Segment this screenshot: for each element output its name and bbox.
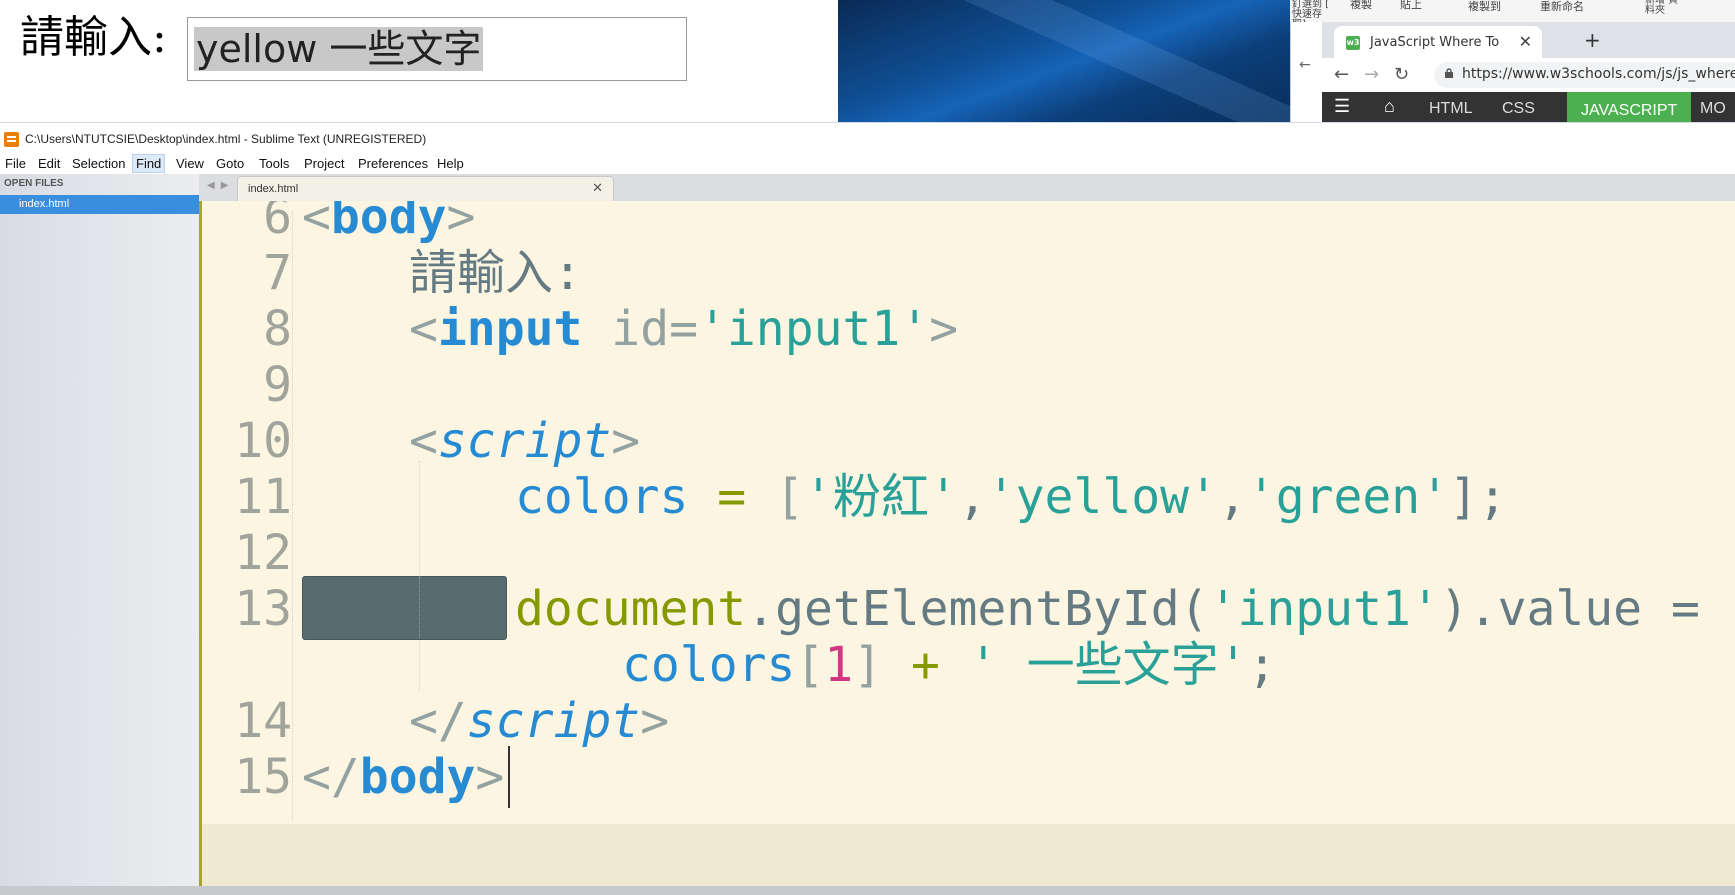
code-line: 請輸入: (409, 245, 582, 301)
menu-file[interactable]: File (3, 156, 28, 171)
editor-title-bar: C:\Users\NTUTCSIE\Desktop\index.html - S… (0, 122, 1735, 155)
code-line: <body> (302, 201, 476, 245)
ribbon-paste[interactable]: 貼上 (1400, 0, 1422, 12)
line-number: 11 (234, 469, 292, 525)
editor-status-bar (0, 886, 1735, 895)
ribbon-copy[interactable]: 複製 (1350, 0, 1372, 12)
sidebar-open-files-header: OPEN FILES (4, 178, 64, 189)
menu-view[interactable]: View (174, 156, 206, 171)
code-line: </script> (409, 693, 670, 749)
tab-label: index.html (248, 183, 299, 195)
code-line: <script> (409, 413, 641, 469)
line-number: 9 (263, 357, 292, 413)
tab-index-html[interactable]: index.html ✕ (237, 176, 614, 202)
editor-sidebar: OPEN FILES index.html (0, 174, 199, 886)
sidebar-item-label: index.html (19, 198, 70, 210)
ribbon-new-folder[interactable]: 新增 資料夾 (1645, 0, 1685, 16)
preview-input-field[interactable]: yellow 一些文字 (187, 17, 687, 81)
sublime-text-icon (4, 132, 19, 147)
forward-arrow-icon[interactable]: → (1364, 64, 1379, 85)
code-line: document.getElementById('input1').value … (515, 581, 1700, 637)
code-line: </body> (302, 749, 505, 805)
code-editor[interactable]: 6 7 8 9 10 11 12 13 14 15 <body> 請輸入: <i… (199, 201, 1735, 886)
text-cursor (508, 746, 510, 808)
menu-goto[interactable]: Goto (214, 156, 246, 171)
home-icon[interactable]: ⌂ (1384, 96, 1395, 117)
nav-item-more[interactable]: MO (1700, 100, 1726, 118)
sidebar-item-index-html[interactable]: index.html (0, 195, 199, 214)
line-number: 13 (234, 581, 292, 637)
menu-selection[interactable]: Selection (70, 156, 127, 171)
w3schools-topnav: ☰ ⌂ HTML CSS JAVASCRIPT MO (1322, 92, 1735, 122)
back-arrow-icon[interactable]: ← (1334, 64, 1349, 85)
file-explorer-ribbon: 釘選到 [ 快速存取] 複製 貼上 複製到 重新命名 新增 資料夾 (1290, 0, 1735, 23)
nav-item-html[interactable]: HTML (1429, 100, 1473, 118)
indent-guide (292, 211, 293, 821)
reload-icon[interactable]: ↻ (1394, 64, 1409, 85)
file-explorer-nav: ← (1290, 22, 1323, 122)
menu-project[interactable]: Project (302, 156, 346, 171)
line-number: 12 (234, 525, 292, 581)
menu-hamburger-icon[interactable]: ☰ (1334, 96, 1350, 117)
page-preview: 請輸入: yellow 一些文字 (0, 0, 838, 122)
address-bar[interactable]: https://www.w3schools.com/js/js_wheret (1434, 62, 1735, 88)
ribbon-rename[interactable]: 重新命名 (1540, 0, 1584, 14)
line-number: 15 (234, 749, 292, 805)
ribbon-copy-to[interactable]: 複製到 (1468, 0, 1501, 14)
nav-item-css[interactable]: CSS (1502, 100, 1535, 118)
nav-item-javascript[interactable]: JAVASCRIPT (1567, 92, 1692, 122)
browser-tab[interactable]: w3 JavaScript Where To ✕ (1334, 26, 1542, 58)
editor-menu-bar: File Edit Selection Find View Goto Tools… (0, 154, 1735, 174)
close-icon[interactable]: ✕ (1519, 32, 1532, 51)
editor-window-title: C:\Users\NTUTCSIE\Desktop\index.html - S… (25, 132, 427, 146)
w3schools-favicon-icon: w3 (1346, 36, 1360, 50)
line-number: 10 (234, 413, 292, 469)
preview-input-value[interactable]: yellow 一些文字 (194, 27, 484, 71)
back-arrow-icon[interactable]: ← (1299, 57, 1311, 73)
browser-tab-title: JavaScript Where To (1370, 35, 1500, 50)
preview-label: 請輸入: (20, 12, 167, 63)
menu-help[interactable]: Help (435, 156, 466, 171)
new-tab-plus-icon[interactable]: + (1584, 28, 1601, 52)
menu-edit[interactable]: Edit (36, 156, 62, 171)
code-line-wrap: colors[1] + ' 一些文字'; (622, 637, 1277, 693)
menu-preferences[interactable]: Preferences (356, 156, 430, 171)
ribbon-pin-quick-access[interactable]: 釘選到 [ 快速存取] (1292, 0, 1330, 22)
tab-scroll-arrows-icon[interactable]: ◀▶ (207, 180, 234, 191)
current-line-highlight (202, 824, 1735, 886)
address-bar-url[interactable]: https://www.w3schools.com/js/js_wheret (1462, 66, 1735, 82)
browser-toolbar: ← → ↻ https://www.w3schools.com/js/js_wh… (1322, 58, 1735, 92)
line-number: 6 (263, 201, 292, 245)
menu-tools[interactable]: Tools (257, 156, 291, 171)
whitespace-selection (302, 576, 507, 640)
lock-icon (1445, 68, 1453, 78)
line-number: 14 (234, 693, 292, 749)
close-icon[interactable]: ✕ (592, 181, 603, 196)
editor-tab-bar: ◀▶ index.html ✕ (199, 174, 1735, 202)
line-number: 8 (263, 301, 292, 357)
code-line: colors = ['粉紅','yellow','green']; (515, 469, 1507, 525)
desktop-wallpaper (838, 0, 1290, 122)
code-line: <input id='input1'> (409, 301, 959, 357)
indent-guide (419, 576, 420, 638)
browser-window: w3 JavaScript Where To ✕ + ← → ↻ https:/… (1322, 22, 1735, 122)
menu-find[interactable]: Find (132, 154, 166, 173)
line-number: 7 (263, 245, 292, 301)
